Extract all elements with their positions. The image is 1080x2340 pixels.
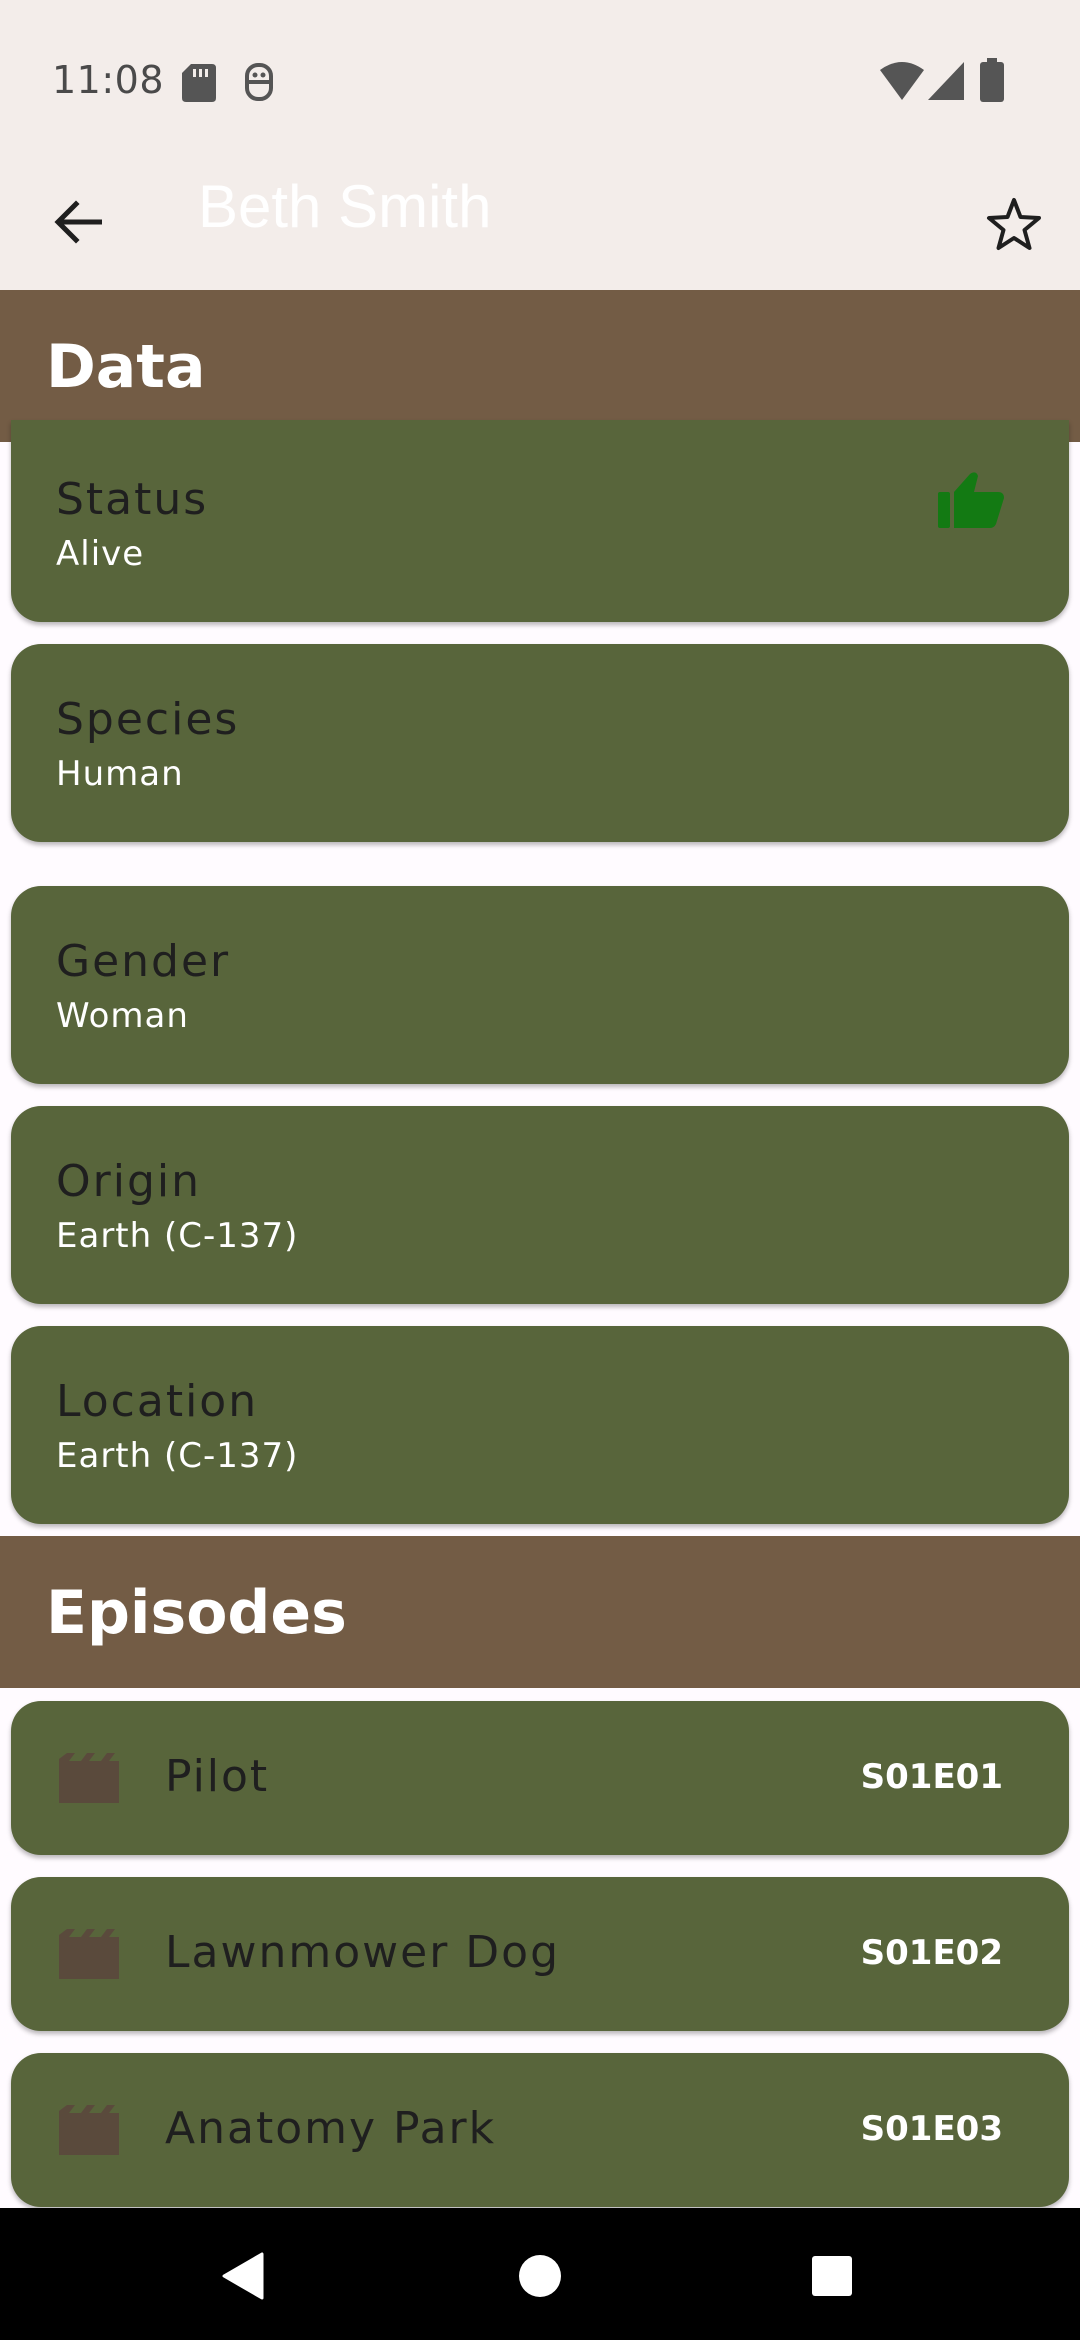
origin-value: Earth (C-137)	[56, 1216, 299, 1256]
nav-home-button[interactable]	[502, 2238, 578, 2314]
movie-clapper-icon	[59, 1929, 119, 1979]
character-detail-screen: 11:08 Beth Smith Data Status Alive Speci…	[0, 0, 1080, 2340]
episode-card[interactable]: Pilot S01E01	[11, 1701, 1069, 1855]
movie-clapper-icon	[59, 2105, 119, 2155]
system-status-bar: 11:08	[0, 0, 1080, 160]
star-outline-icon	[987, 198, 1041, 250]
square-recents-icon	[812, 2256, 852, 2296]
status-card: Status Alive	[11, 420, 1069, 622]
gender-card: Gender Woman	[11, 886, 1069, 1084]
location-value: Earth (C-137)	[56, 1436, 299, 1476]
battery-icon	[980, 58, 1004, 102]
top-app-bar: Beth Smith	[0, 160, 1080, 290]
episode-card[interactable]: Lawnmower Dog S01E02	[11, 1877, 1069, 2031]
episode-code: S01E03	[860, 2109, 1003, 2149]
episodes-section-header: Episodes	[0, 1536, 1080, 1688]
robot-icon	[245, 63, 273, 101]
thumb-up-icon	[938, 472, 1004, 528]
character-name-title: Beth Smith	[198, 173, 492, 240]
data-section-title: Data	[46, 332, 206, 402]
nav-recents-button[interactable]	[794, 2238, 870, 2314]
origin-card: Origin Earth (C-137)	[11, 1106, 1069, 1304]
status-time: 11:08	[52, 58, 165, 102]
sd-card-icon	[182, 64, 216, 102]
origin-label: Origin	[56, 1156, 201, 1207]
gender-label: Gender	[56, 936, 231, 987]
arrow-back-icon	[54, 200, 102, 244]
species-value: Human	[56, 754, 184, 794]
episode-code: S01E01	[860, 1757, 1003, 1797]
status-value: Alive	[56, 534, 145, 574]
favorite-button[interactable]	[970, 180, 1058, 268]
episode-card[interactable]: Anatomy Park S01E03	[11, 2053, 1069, 2207]
location-card: Location Earth (C-137)	[11, 1326, 1069, 1524]
back-button[interactable]	[36, 180, 120, 264]
species-label: Species	[56, 694, 240, 745]
species-card: Species Human	[11, 644, 1069, 842]
episode-code: S01E02	[860, 1933, 1003, 1973]
circle-home-icon	[519, 2255, 561, 2297]
status-label: Status	[56, 474, 209, 525]
triangle-back-icon	[222, 2252, 264, 2300]
cell-signal-icon	[928, 62, 964, 100]
wifi-icon	[880, 62, 924, 100]
episodes-section-title: Episodes	[46, 1578, 347, 1648]
system-navigation-bar	[0, 2208, 1080, 2340]
location-label: Location	[56, 1376, 259, 1427]
gender-value: Woman	[56, 996, 189, 1036]
movie-clapper-icon	[59, 1753, 119, 1803]
nav-back-button[interactable]	[206, 2238, 282, 2314]
episode-name: Anatomy Park	[165, 2103, 497, 2154]
episode-name: Lawnmower Dog	[165, 1927, 560, 1978]
episode-name: Pilot	[165, 1751, 270, 1802]
